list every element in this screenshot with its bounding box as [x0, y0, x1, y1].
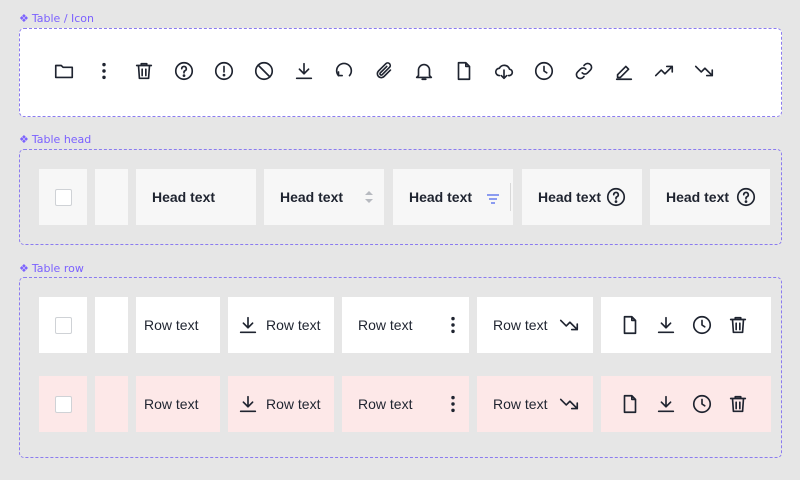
- help-circle-icon[interactable]: [172, 59, 196, 83]
- download-icon[interactable]: [292, 59, 316, 83]
- row-select-cell[interactable]: [39, 376, 87, 432]
- folder-icon[interactable]: [52, 59, 76, 83]
- row-cell[interactable]: Row text: [136, 297, 220, 353]
- more-vertical-icon[interactable]: [441, 392, 465, 416]
- column-divider[interactable]: [510, 183, 511, 211]
- row-checkbox[interactable]: [54, 316, 72, 334]
- paperclip-icon[interactable]: [372, 59, 396, 83]
- head-cell-label: Head text: [666, 189, 730, 205]
- section-label-row: ❖ Table row: [19, 262, 84, 275]
- row-select-cell[interactable]: [39, 297, 87, 353]
- trash-icon[interactable]: [726, 313, 750, 337]
- row-checkbox[interactable]: [54, 395, 72, 413]
- trash-icon[interactable]: [726, 392, 750, 416]
- filter-icon[interactable]: [487, 191, 499, 207]
- row-cell-text: Row text: [266, 396, 321, 412]
- row-cell-text: Row text: [493, 396, 548, 412]
- trending-down-icon[interactable]: [692, 59, 716, 83]
- row-empty-cell: [95, 376, 128, 432]
- row-cell-text: Row text: [358, 317, 413, 333]
- download-icon[interactable]: [654, 313, 678, 337]
- row-cell[interactable]: Row text: [136, 376, 220, 432]
- row-cell-with-icon[interactable]: Row text: [228, 376, 334, 432]
- head-cell-label: Head text: [538, 189, 602, 205]
- help-circle-icon[interactable]: [734, 185, 758, 209]
- alert-circle-icon[interactable]: [212, 59, 236, 83]
- table-row-frame: Row text Row text Row text Row text Row …: [19, 277, 782, 458]
- download-icon[interactable]: [236, 313, 260, 337]
- sort-icon[interactable]: [364, 190, 374, 207]
- head-cell-help[interactable]: Head text: [522, 169, 642, 225]
- row-actions-cell: [601, 297, 771, 353]
- edit-icon[interactable]: [612, 59, 636, 83]
- clock-icon[interactable]: [690, 313, 714, 337]
- trending-down-icon[interactable]: [557, 392, 581, 416]
- clock-icon[interactable]: [690, 392, 714, 416]
- head-cell-sortable[interactable]: Head text: [264, 169, 384, 225]
- row-cell-with-icon[interactable]: Row text: [228, 297, 334, 353]
- row-cell-text: Row text: [144, 317, 199, 333]
- row-actions-cell: [601, 376, 771, 432]
- row-cell-with-trend[interactable]: Row text: [477, 376, 593, 432]
- row-cell-text: Row text: [266, 317, 321, 333]
- trending-down-icon[interactable]: [557, 313, 581, 337]
- row-cell-text: Row text: [144, 396, 199, 412]
- cloud-download-icon[interactable]: [492, 59, 516, 83]
- row-cell-with-menu[interactable]: Row text: [342, 376, 469, 432]
- head-cell-label: Head text: [409, 189, 473, 205]
- head-cell-filter[interactable]: Head text: [393, 169, 513, 225]
- head-empty-cell: [95, 169, 128, 225]
- section-label-head: ❖ Table head: [19, 133, 92, 146]
- head-select-cell[interactable]: [39, 169, 87, 225]
- download-icon[interactable]: [654, 392, 678, 416]
- clock-icon[interactable]: [532, 59, 556, 83]
- row-cell-text: Row text: [493, 317, 548, 333]
- file-icon[interactable]: [618, 392, 642, 416]
- refresh-icon[interactable]: [332, 59, 356, 83]
- bell-icon[interactable]: [412, 59, 436, 83]
- row-empty-cell: [95, 297, 128, 353]
- head-cell-label: Head text: [280, 189, 344, 205]
- head-cell-help[interactable]: Head text: [650, 169, 770, 225]
- more-vertical-icon[interactable]: [92, 59, 116, 83]
- icon-frame: [19, 28, 782, 117]
- head-cell-label: Head text: [152, 189, 216, 205]
- help-circle-icon[interactable]: [604, 185, 628, 209]
- row-cell-with-menu[interactable]: Row text: [342, 297, 469, 353]
- file-icon[interactable]: [618, 313, 642, 337]
- head-cell[interactable]: Head text: [136, 169, 256, 225]
- more-vertical-icon[interactable]: [441, 313, 465, 337]
- select-all-checkbox[interactable]: [54, 188, 72, 206]
- table-head-frame: Head text Head text Head text Head text …: [19, 149, 782, 245]
- download-icon[interactable]: [236, 392, 260, 416]
- row-cell-with-trend[interactable]: Row text: [477, 297, 593, 353]
- trending-up-icon[interactable]: [652, 59, 676, 83]
- trash-icon[interactable]: [132, 59, 156, 83]
- row-cell-text: Row text: [358, 396, 413, 412]
- file-icon[interactable]: [452, 59, 476, 83]
- link-icon[interactable]: [572, 59, 596, 83]
- block-icon[interactable]: [252, 59, 276, 83]
- section-label-icon: ❖ Table / Icon: [19, 12, 95, 25]
